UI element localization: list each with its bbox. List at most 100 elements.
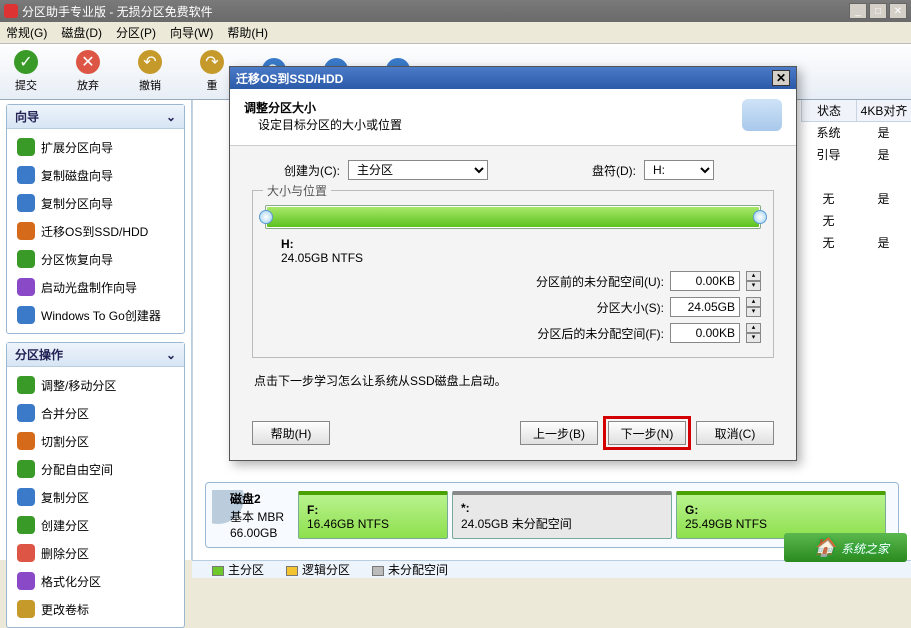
sidebar-item[interactable]: 创建分区 <box>7 511 184 539</box>
toolbar-btn-0[interactable]: ✓ 提交 <box>6 50 46 93</box>
list-row[interactable]: 无是 <box>801 188 911 210</box>
disk-info[interactable]: 磁盘2 基本 MBR 66.00GB <box>212 490 292 540</box>
wizard-panel: 向导⌄ 扩展分区向导 复制磁盘向导 复制分区向导 迁移OS到SSD/HDD 分区… <box>6 104 185 334</box>
sidebar-item[interactable]: 启动光盘制作向导 <box>7 273 184 301</box>
partition-size-spinner[interactable]: ▴▾ <box>746 297 761 317</box>
toolbar-btn-1[interactable]: ✕ 放弃 <box>68 50 108 93</box>
menu-help[interactable]: 帮助(H) <box>227 24 268 41</box>
size-position-fieldset: 大小与位置 H: 24.05GB NTFS 分区前的未分配空间(U): ▴▾ 分… <box>252 190 774 358</box>
col-status[interactable]: 状态 <box>801 100 856 121</box>
disk-partition[interactable]: *:24.05GB 未分配空间 <box>452 491 672 539</box>
space-before-spinner[interactable]: ▴▾ <box>746 271 761 291</box>
space-after-label: 分区后的未分配空间(F): <box>504 325 664 342</box>
toolbar-btn-3[interactable]: ↷ 重 <box>192 50 232 93</box>
collapse-icon: ⌄ <box>166 110 176 124</box>
wizard-panel-head[interactable]: 向导⌄ <box>7 105 184 129</box>
list-row[interactable]: 无 <box>801 210 911 232</box>
dialog-head-icon <box>742 99 782 131</box>
sidebar-item[interactable]: 分配自由空间 <box>7 455 184 483</box>
window-titlebar: 分区助手专业版 - 无损分区免费软件 _ □ ✕ <box>0 0 911 22</box>
col-4kb[interactable]: 4KB对齐 <box>856 100 911 121</box>
maximize-button[interactable]: □ <box>869 3 887 19</box>
sidebar-item[interactable]: 调整/移动分区 <box>7 371 184 399</box>
dialog-subheading: 设定目标分区的大小或位置 <box>244 118 402 132</box>
slider-handle-left[interactable] <box>259 210 273 224</box>
create-as-select[interactable]: 主分区 <box>348 160 488 180</box>
sidebar-item-label: 删除分区 <box>41 545 89 562</box>
dialog-header: 调整分区大小 设定目标分区的大小或位置 <box>230 89 796 146</box>
menu-disk[interactable]: 磁盘(D) <box>61 24 102 41</box>
sidebar-item-label: 切割分区 <box>41 433 89 450</box>
cancel-button[interactable]: 取消(C) <box>696 421 774 445</box>
drive-letter-select[interactable]: H: <box>644 160 714 180</box>
space-after-input[interactable] <box>670 323 740 343</box>
sidebar-item[interactable]: 扩展分区向导 <box>7 133 184 161</box>
back-button[interactable]: 上一步(B) <box>520 421 598 445</box>
sidebar-item-label: 合并分区 <box>41 405 89 422</box>
disk-partition[interactable]: F:16.46GB NTFS <box>298 491 448 539</box>
sidebar: 向导⌄ 扩展分区向导 复制磁盘向导 复制分区向导 迁移OS到SSD/HDD 分区… <box>0 100 192 560</box>
sidebar-item-label: 格式化分区 <box>41 573 101 590</box>
space-before-label: 分区前的未分配空间(U): <box>504 273 664 290</box>
column-headers: 状态 4KB对齐 <box>801 100 911 122</box>
sidebar-item[interactable]: 复制磁盘向导 <box>7 161 184 189</box>
toolbar-btn-2[interactable]: ↶ 撤销 <box>130 50 170 93</box>
sidebar-item[interactable]: 迁移OS到SSD/HDD <box>7 217 184 245</box>
list-row[interactable]: 引导是 <box>801 144 911 166</box>
sidebar-item-label: 迁移OS到SSD/HDD <box>41 223 148 240</box>
sidebar-item-label: 创建分区 <box>41 517 89 534</box>
legend-bar: 主分区 逻辑分区 未分配空间 <box>192 560 911 578</box>
sidebar-item-label: 启动光盘制作向导 <box>41 279 137 296</box>
collapse-icon: ⌄ <box>166 348 176 362</box>
partition-size-label: 分区大小(S): <box>504 299 664 316</box>
sidebar-item[interactable]: 分区恢复向导 <box>7 245 184 273</box>
menu-wizard[interactable]: 向导(W) <box>170 24 213 41</box>
dialog-heading: 调整分区大小 <box>244 101 316 115</box>
sidebar-item[interactable]: 删除分区 <box>7 539 184 567</box>
drive-letter-label: 盘符(D): <box>526 162 636 179</box>
app-icon <box>4 4 18 18</box>
list-row[interactable]: 无是 <box>801 232 911 254</box>
watermark: 🏠 系统之家 <box>784 533 907 562</box>
space-after-spinner[interactable]: ▴▾ <box>746 323 761 343</box>
sidebar-item-label: 分配自由空间 <box>41 461 113 478</box>
partition-label: H: 24.05GB NTFS <box>265 235 761 265</box>
minimize-button[interactable]: _ <box>849 3 867 19</box>
sidebar-item[interactable]: 格式化分区 <box>7 567 184 595</box>
sidebar-item-label: 更改卷标 <box>41 601 89 618</box>
space-before-input[interactable] <box>670 271 740 291</box>
help-button[interactable]: 帮助(H) <box>252 421 330 445</box>
list-row[interactable] <box>801 166 911 188</box>
menu-partition[interactable]: 分区(P) <box>116 24 156 41</box>
sidebar-item-label: 调整/移动分区 <box>41 377 116 394</box>
sidebar-item-label: 复制分区向导 <box>41 195 113 212</box>
slider-handle-right[interactable] <box>753 210 767 224</box>
operations-panel-head[interactable]: 分区操作⌄ <box>7 343 184 367</box>
menu-general[interactable]: 常规(G) <box>6 24 47 41</box>
create-as-label: 创建为(C): <box>252 162 340 179</box>
operations-panel: 分区操作⌄ 调整/移动分区 合并分区 切割分区 分配自由空间 复制分区 创建分区… <box>6 342 185 628</box>
sidebar-item[interactable]: 复制分区向导 <box>7 189 184 217</box>
sidebar-item-label: 扩展分区向导 <box>41 139 113 156</box>
disk-partition[interactable]: G:25.49GB NTFS <box>676 491 886 539</box>
dialog-close-button[interactable]: ✕ <box>772 70 790 86</box>
dialog-titlebar: 迁移OS到SSD/HDD ✕ <box>230 67 796 89</box>
sidebar-item[interactable]: 合并分区 <box>7 399 184 427</box>
close-button[interactable]: ✕ <box>889 3 907 19</box>
sidebar-item[interactable]: 更改卷标 <box>7 595 184 623</box>
sidebar-item-label: Windows To Go创建器 <box>41 307 161 324</box>
menu-bar: 常规(G) 磁盘(D) 分区(P) 向导(W) 帮助(H) <box>0 22 911 44</box>
window-title: 分区助手专业版 - 无损分区免费软件 <box>22 3 849 20</box>
migrate-os-dialog: 迁移OS到SSD/HDD ✕ 调整分区大小 设定目标分区的大小或位置 创建为(C… <box>229 66 797 461</box>
dialog-hint: 点击下一步学习怎么让系统从SSD磁盘上启动。 <box>254 372 774 389</box>
sidebar-item[interactable]: 切割分区 <box>7 427 184 455</box>
sidebar-item-label: 复制分区 <box>41 489 89 506</box>
partition-slider[interactable] <box>265 205 761 229</box>
list-row[interactable]: 系统是 <box>801 122 911 144</box>
next-button[interactable]: 下一步(N) <box>608 421 686 445</box>
sidebar-item[interactable]: Windows To Go创建器 <box>7 301 184 329</box>
partition-size-input[interactable] <box>670 297 740 317</box>
sidebar-item-label: 分区恢复向导 <box>41 251 113 268</box>
sidebar-item-label: 复制磁盘向导 <box>41 167 113 184</box>
sidebar-item[interactable]: 复制分区 <box>7 483 184 511</box>
